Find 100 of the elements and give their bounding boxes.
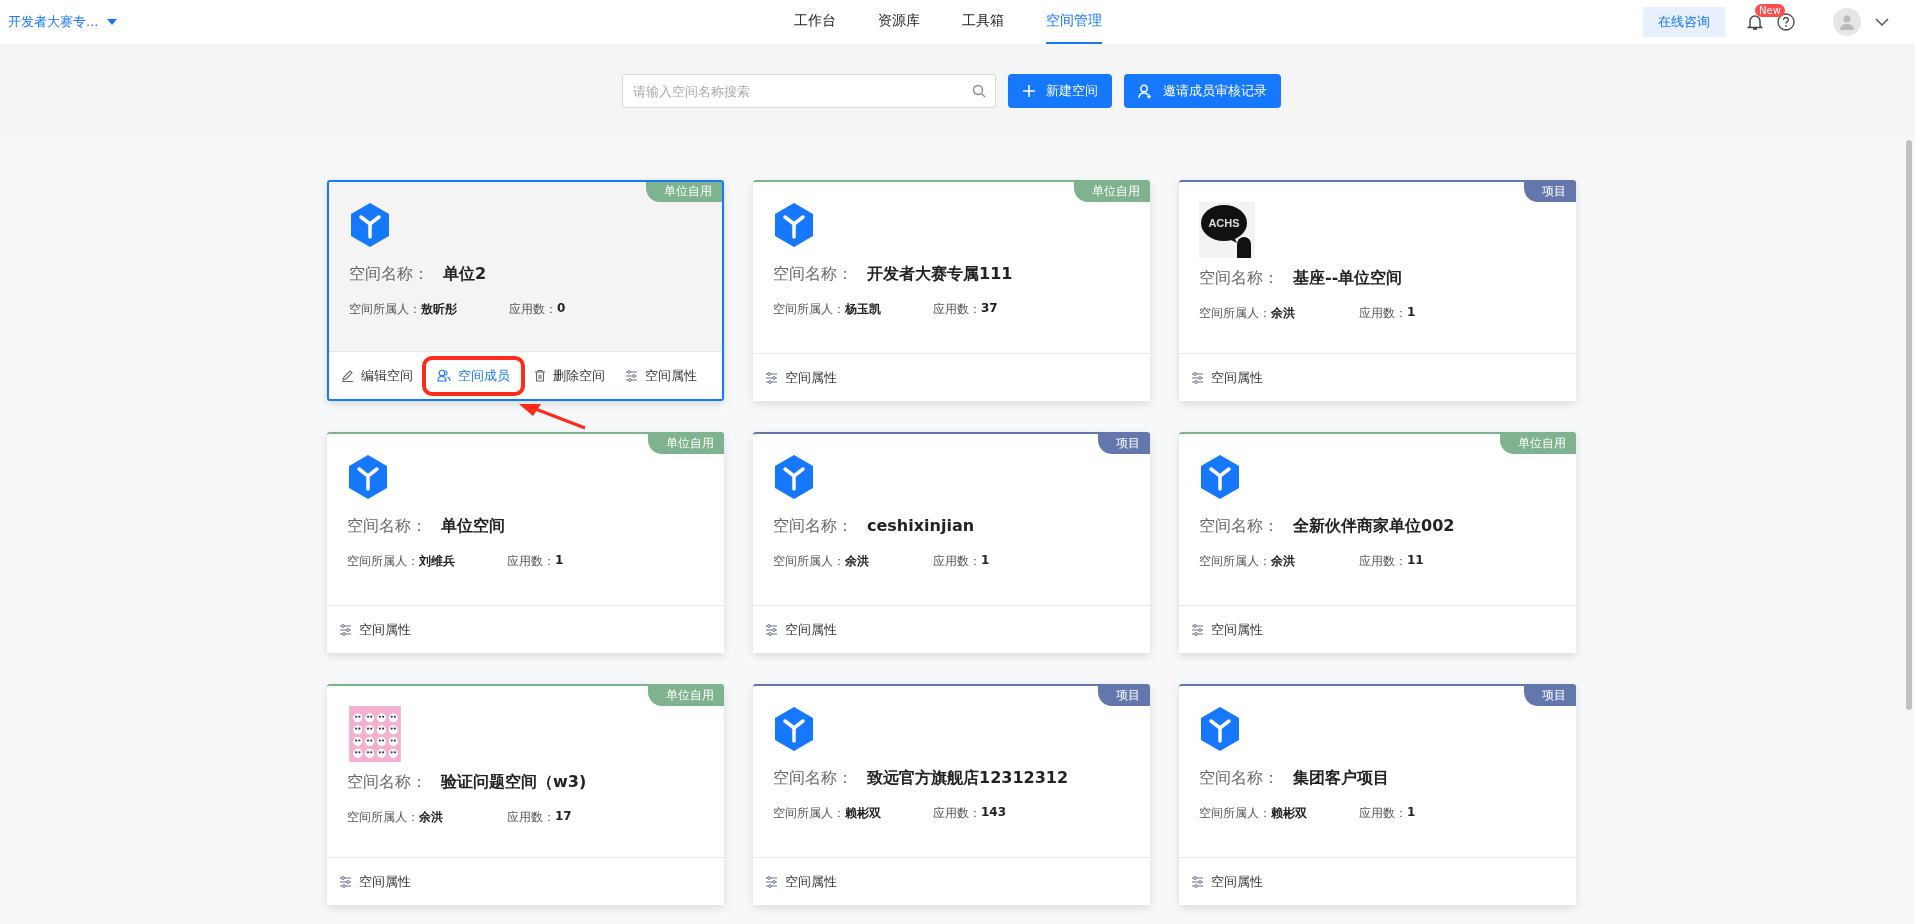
- space-type-tag: 单位自用: [646, 182, 722, 202]
- owner-name: 余洪: [1271, 553, 1295, 570]
- delete-space-button[interactable]: 删除空间: [530, 360, 609, 391]
- owner-label: 空间所属人：: [347, 553, 419, 570]
- space-name: 开发者大赛专属111: [867, 264, 1013, 285]
- space-name: 单位2: [443, 264, 487, 285]
- space-properties-button[interactable]: 空间属性: [1187, 614, 1267, 645]
- space-card[interactable]: 项目 空间名称： 致远官方旗舰店12312312 空间所属人：赖彬双 应用数：143 空间属性: [753, 684, 1150, 905]
- space-members-button[interactable]: 空间成员: [429, 362, 518, 389]
- cube-logo-icon: [1199, 706, 1241, 752]
- space-properties-button[interactable]: 空间属性: [1187, 362, 1267, 393]
- cube-logo-icon: [349, 202, 391, 248]
- apps-label: 应用数：: [509, 301, 557, 318]
- apps-label: 应用数：: [933, 553, 981, 570]
- name-label: 空间名称：: [347, 772, 427, 793]
- cube-logo-icon: [773, 454, 815, 500]
- space-type-tag: 单位自用: [648, 434, 724, 454]
- space-properties-button[interactable]: 空间属性: [335, 614, 415, 645]
- sliders-icon: [339, 875, 352, 888]
- pattern-image: [347, 706, 403, 762]
- sliders-icon: [765, 623, 778, 636]
- pencil-icon: [341, 369, 354, 382]
- name-label: 空间名称：: [773, 516, 853, 537]
- space-properties-button[interactable]: 空间属性: [761, 614, 841, 645]
- apps-count: 1: [555, 553, 564, 569]
- sliders-icon: [765, 371, 778, 384]
- space-type-tag: 单位自用: [648, 686, 724, 706]
- space-card[interactable]: 项目 空间名称： ceshixinjian 空间所属人：余洪 应用数：1 空间属性: [753, 432, 1150, 653]
- apps-count: 1: [981, 553, 990, 569]
- nav-tab[interactable]: 工作台: [793, 0, 836, 44]
- space-properties-button[interactable]: 空间属性: [621, 360, 701, 391]
- space-properties-button[interactable]: 空间属性: [1187, 866, 1267, 897]
- cube-logo-icon: [1199, 454, 1241, 500]
- owner-name: 赖彬双: [845, 805, 881, 822]
- space-card[interactable]: 项目 ACHS 空间名称： 基座--单位空间 空间所属人：余洪 应用数：1 空间属性: [1179, 180, 1576, 401]
- space-properties-button[interactable]: 空间属性: [335, 866, 415, 897]
- space-name: 全新伙伴商家单位002: [1293, 516, 1455, 537]
- owner-name: 杨玉凯: [845, 301, 881, 318]
- space-type-tag: 单位自用: [1074, 182, 1150, 202]
- caret-icon: [106, 18, 119, 26]
- nav-tab[interactable]: 工具箱: [961, 0, 1004, 44]
- space-card[interactable]: 单位自用 空间名称： 单位空间 空间所属人：刘维兵 应用数：1 空间属性: [327, 432, 724, 653]
- edit-space-button[interactable]: 编辑空间: [337, 360, 417, 391]
- sliders-icon: [1191, 623, 1204, 636]
- apps-count: 11: [1407, 553, 1424, 569]
- scrollbar[interactable]: [1906, 140, 1912, 710]
- new-space-button[interactable]: 新建空间: [1008, 74, 1112, 108]
- name-label: 空间名称：: [1199, 768, 1279, 789]
- apps-label: 应用数：: [1359, 805, 1407, 822]
- annotation-arrow: [519, 404, 586, 430]
- chevron-down-icon[interactable]: [1875, 17, 1889, 27]
- bell-icon[interactable]: [1747, 13, 1763, 31]
- owner-name: 余洪: [419, 809, 443, 826]
- speech-bubble-drawing: ACHS: [1199, 202, 1255, 258]
- space-type-tag: 单位自用: [1500, 434, 1576, 454]
- space-properties-button[interactable]: 空间属性: [761, 362, 841, 393]
- cube-logo-icon: [347, 454, 389, 500]
- apps-count: 0: [557, 301, 566, 317]
- nav-tab[interactable]: 资源库: [877, 0, 920, 44]
- consult-button[interactable]: 在线咨询: [1643, 7, 1725, 37]
- apps-count: 17: [555, 809, 572, 825]
- apps-label: 应用数：: [933, 301, 981, 318]
- space-type-tag: 项目: [1098, 686, 1150, 706]
- sliders-icon: [765, 875, 778, 888]
- apps-label: 应用数：: [507, 553, 555, 570]
- invite-records-button[interactable]: 邀请成员审核记录: [1124, 74, 1281, 108]
- space-properties-button[interactable]: 空间属性: [761, 866, 841, 897]
- space-name: 致远官方旗舰店12312312: [867, 768, 1069, 789]
- space-name: 基座--单位空间: [1293, 268, 1403, 289]
- space-card[interactable]: 单位自用 空间名称： 开发者大赛专属111 空间所属人：杨玉凯 应用数：37 空间属性: [753, 180, 1150, 401]
- apps-count: 143: [981, 805, 1007, 821]
- apps-count: 1: [1407, 805, 1416, 821]
- apps-label: 应用数：: [933, 805, 981, 822]
- space-name: ceshixinjian: [867, 516, 975, 535]
- members-icon: [437, 369, 451, 382]
- space-type-tag: 项目: [1098, 434, 1150, 454]
- cube-logo-icon: [773, 706, 815, 752]
- search-icon: [972, 84, 986, 98]
- user-icon: [1138, 83, 1153, 99]
- help-icon[interactable]: [1777, 13, 1795, 31]
- space-card[interactable]: 项目 空间名称： 集团客户项目 空间所属人：赖彬双 应用数：1 空间属性: [1179, 684, 1576, 905]
- sliders-icon: [1191, 371, 1204, 384]
- apps-count: 1: [1407, 305, 1416, 321]
- workspace-switcher[interactable]: 开发者大赛专...: [8, 13, 99, 31]
- owner-label: 空间所属人：: [347, 809, 419, 826]
- search-field[interactable]: 请输入空间名称搜索: [622, 74, 996, 108]
- name-label: 空间名称：: [773, 264, 853, 285]
- name-label: 空间名称：: [1199, 516, 1279, 537]
- space-name: 集团客户项目: [1293, 768, 1389, 789]
- cube-logo-icon: [773, 202, 815, 248]
- sliders-icon: [625, 369, 638, 382]
- owner-label: 空间所属人：: [1199, 305, 1271, 322]
- owner-label: 空间所属人：: [349, 301, 421, 318]
- space-card[interactable]: 单位自用 空间名称： 全新伙伴商家单位002 空间所属人：余洪 应用数：11 空间属性: [1179, 432, 1576, 653]
- owner-name: 余洪: [845, 553, 869, 570]
- plus-icon: [1022, 84, 1036, 98]
- space-card[interactable]: 单位自用 空间名称： 单位2 空间所属人：敖昕彤 应用数：0 编辑空间 空间成员 删除空间 空间属性: [327, 180, 724, 401]
- space-card[interactable]: 单位自用 空间名称： 验证问题空间（w3) 空间所属人：余洪 应用数：17 空间属性: [327, 684, 724, 905]
- owner-label: 空间所属人：: [773, 301, 845, 318]
- space-type-tag: 项目: [1524, 182, 1576, 202]
